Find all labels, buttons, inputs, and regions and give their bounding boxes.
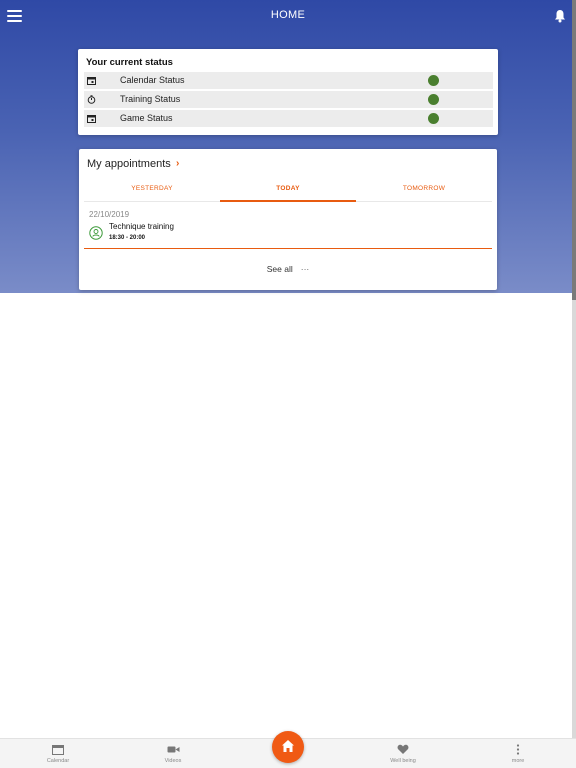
tab-tomorrow[interactable]: TOMORROW <box>356 185 492 202</box>
appointment-divider <box>84 248 492 249</box>
appointment-name[interactable]: Technique training <box>109 222 174 231</box>
nav-label: Videos <box>164 758 182 764</box>
nav-label: Well being <box>390 758 416 764</box>
status-row-label: Training Status <box>120 94 181 104</box>
status-row-game[interactable]: Game Status <box>84 110 493 127</box>
appointments-title[interactable]: My appointments <box>87 158 171 170</box>
nav-well-being[interactable]: Well being <box>368 739 438 768</box>
status-card: Your current status Calendar Status Trai… <box>78 49 498 135</box>
nav-videos[interactable]: Videos <box>138 739 208 768</box>
status-indicator <box>428 75 439 86</box>
chevron-right-icon[interactable]: › <box>176 158 179 169</box>
appointment-time: 18:30 - 20:00 <box>109 235 146 241</box>
bell-icon[interactable] <box>554 9 566 23</box>
home-button[interactable] <box>272 731 304 763</box>
status-row-label: Calendar Status <box>120 75 185 85</box>
appointment-date: 22/10/2019 <box>89 210 130 219</box>
status-row-label: Game Status <box>120 113 173 123</box>
home-icon <box>282 740 294 752</box>
training-icon <box>89 226 103 240</box>
more-dots-icon: ··· <box>300 264 310 274</box>
tab-today[interactable]: TODAY <box>220 185 356 202</box>
heart-icon <box>397 744 409 754</box>
video-camera-icon <box>167 746 180 753</box>
appointments-card: My appointments › YESTERDAY TODAY TOMORR… <box>79 149 497 290</box>
nav-label: Calendar <box>46 758 70 764</box>
status-row-training[interactable]: Training Status <box>84 91 493 108</box>
status-row-calendar[interactable]: Calendar Status <box>84 72 493 89</box>
see-all-button[interactable]: See all ··· <box>79 264 497 274</box>
status-card-title: Your current status <box>86 57 173 68</box>
calendar-icon <box>52 745 64 755</box>
top-bar: HOME <box>0 0 576 32</box>
nav-label: more <box>511 758 525 764</box>
appointments-tabs: YESTERDAY TODAY TOMORROW <box>84 181 492 202</box>
status-indicator <box>428 113 439 124</box>
calendar-icon <box>87 115 96 123</box>
tab-yesterday[interactable]: YESTERDAY <box>84 185 220 202</box>
stopwatch-icon <box>87 95 96 104</box>
calendar-icon <box>87 77 96 85</box>
page-title: HOME <box>270 9 306 21</box>
more-vertical-icon <box>516 744 520 755</box>
scrollbar-thumb[interactable] <box>572 0 576 300</box>
nav-more[interactable]: more <box>483 739 553 768</box>
nav-calendar[interactable]: Calendar <box>23 739 93 768</box>
see-all-label: See all <box>266 264 293 274</box>
status-indicator <box>428 94 439 105</box>
